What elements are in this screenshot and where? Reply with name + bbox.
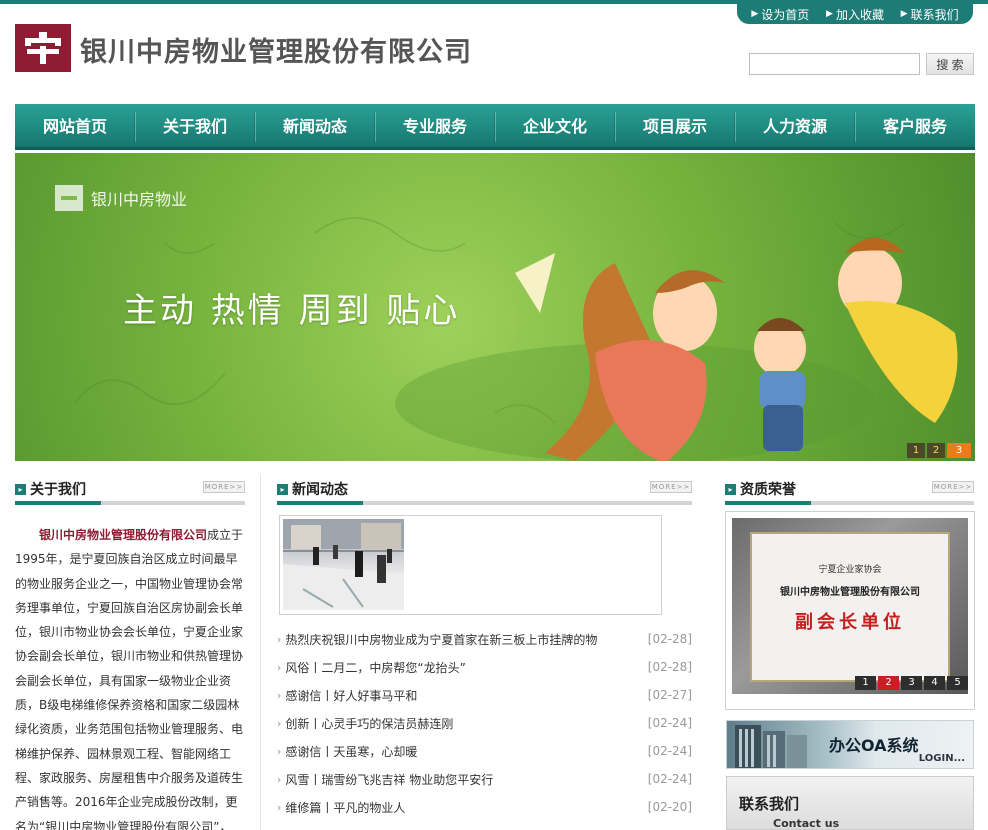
contact-title-cn: 联系我们 [739,795,800,813]
news-section-header: ▸ 新闻动态 MORE>> [277,475,692,505]
news-list: 热烈庆祝银川中房物业成为宁夏首家在新三板上市挂牌的物 [02-28] 风俗丨二月二… [277,625,692,821]
column-divider [260,475,261,830]
building-icon [735,725,807,768]
header-accent-bar [725,501,811,505]
news-item-title[interactable]: 创新丨心灵手巧的保洁员赫连刚 [277,715,453,732]
banner-page-1[interactable]: 1 [907,443,925,458]
add-favorite-link[interactable]: ▶ 加入收藏 [826,6,884,23]
banner-page-2[interactable]: 2 [927,443,945,458]
about-more-button[interactable]: MORE>> [203,481,245,493]
contact-us-label: 联系我们 [910,7,959,22]
arrow-right-icon: ▶ [826,9,833,19]
honors-more-button[interactable]: MORE>> [932,481,974,493]
section-bullet-icon: ▸ [725,483,736,495]
honors-page-3[interactable]: 3 [901,676,922,690]
about-section-header: ▸ 关于我们 MORE>> [15,475,245,505]
nav-hr[interactable]: 人力资源 [735,104,855,147]
news-item-title[interactable]: 维修篇丨平凡的物业人 [277,799,405,816]
news-featured-photo[interactable] [283,519,404,610]
oa-system-link[interactable]: 办公OA系统 LOGIN... [726,720,974,769]
arrow-right-icon: ▶ [900,9,908,19]
news-item-title[interactable]: 感谢信丨好人好事马平和 [277,687,417,704]
news-item-title[interactable]: 风雪丨瑞雪纷飞兆吉祥 物业助您平安行 [277,771,493,788]
company-logo[interactable] [15,24,71,72]
snow-scene-image [283,519,404,610]
logo-mark-icon [25,32,61,64]
nav-services[interactable]: 专业服务 [375,104,495,147]
news-item-date: [02-27] [647,688,692,702]
top-links-bar: ▶ 设为首页 ▶ 加入收藏 ▶ 联系我们 [737,4,973,24]
banner-page-3[interactable]: 3 [947,443,971,458]
news-item-date: [02-24] [647,744,692,758]
news-photo-frame [279,515,662,615]
certificate-image[interactable]: 宁夏企业家协会 银川中房物业管理股份有限公司 副会长单位 [732,518,968,694]
news-title-text: 新闻动态 [292,482,348,498]
nav-culture[interactable]: 企业文化 [495,104,615,147]
news-item[interactable]: 维修篇丨平凡的物业人 [02-20] [277,793,692,821]
contact-us-link[interactable]: ▶ 联系我们 [901,6,959,23]
hero-banner[interactable]: 银川中房物业 主动 热情 周到 贴心 1 2 3 [15,153,975,461]
news-more-button[interactable]: MORE>> [650,481,692,493]
news-item-title[interactable]: 风俗丨二月二，中房帮您“龙抬头” [277,659,465,676]
news-item-title[interactable]: 感谢信丨天虽寒，心却暖 [277,743,417,760]
news-item-date: [02-24] [647,716,692,730]
banner-logo-icon [55,185,83,211]
nav-projects[interactable]: 项目展示 [615,104,735,147]
certificate-company: 银川中房物业管理股份有限公司 [780,587,920,598]
honors-section-header: ▸ 资质荣誉 MORE>> [725,475,974,505]
section-bullet-icon: ▸ [15,483,26,495]
news-item[interactable]: 感谢信丨好人好事马平和 [02-27] [277,681,692,709]
nav-home[interactable]: 网站首页 [15,104,135,147]
banner-brand: 银川中房物业 [55,185,187,211]
search-button[interactable]: 搜 索 [926,53,974,75]
header-accent-bar [277,501,363,505]
section-bullet-icon: ▸ [277,483,288,495]
honors-pager: 1 2 3 4 5 [855,676,968,690]
banner-slogan: 主动 热情 周到 贴心 [123,291,461,331]
search-input[interactable] [749,53,920,75]
news-item-title[interactable]: 热烈庆祝银川中房物业成为宁夏首家在新三板上市挂牌的物 [277,631,597,648]
main-nav: 网站首页 关于我们 新闻动态 专业服务 企业文化 项目展示 人力资源 客户服务 [15,104,975,150]
header-accent-bar [15,501,101,505]
about-title[interactable]: ▸ 关于我们 [15,479,86,499]
honors-page-4[interactable]: 4 [924,676,945,690]
news-item[interactable]: 创新丨心灵手巧的保洁员赫连刚 [02-24] [277,709,692,737]
certificate-award: 副会长单位 [795,612,905,633]
news-item-date: [02-24] [647,772,692,786]
nav-customer-service[interactable]: 客户服务 [855,104,975,147]
news-item-date: [02-28] [647,632,692,646]
contact-title-en: Contact us [773,817,840,830]
honors-title[interactable]: ▸ 资质荣誉 [725,479,796,499]
about-company-name[interactable]: 银川中房物业管理股份有限公司 [39,528,207,542]
arrow-right-icon: ▶ [751,9,759,19]
news-item-date: [02-20] [647,800,692,814]
news-title[interactable]: ▸ 新闻动态 [277,479,348,499]
about-paragraph: 银川中房物业管理股份有限公司成立于1995年，是宁夏回族自治区成立时间最早的物业… [15,523,247,830]
set-homepage-label: 设为首页 [761,7,810,22]
oa-login-text: LOGIN... [918,753,965,764]
about-body: 成立于1995年，是宁夏回族自治区成立时间最早的物业服务企业之一，中国物业管理协… [15,528,244,830]
honors-title-text: 资质荣誉 [740,482,796,498]
banner-brand-text: 银川中房物业 [91,190,188,209]
about-title-text: 关于我们 [30,482,86,498]
certificate-org: 宁夏企业家协会 [818,565,882,575]
honors-page-1[interactable]: 1 [855,676,876,690]
honors-page-2[interactable]: 2 [878,676,899,690]
banner-pager: 1 2 3 [907,443,971,458]
news-item-date: [02-28] [647,660,692,674]
news-item[interactable]: 风雪丨瑞雪纷飞兆吉祥 物业助您平安行 [02-24] [277,765,692,793]
nav-news[interactable]: 新闻动态 [255,104,375,147]
certificate-plaque: 宁夏企业家协会 银川中房物业管理股份有限公司 副会长单位 [750,532,950,682]
news-item[interactable]: 感谢信丨天虽寒，心却暖 [02-24] [277,737,692,765]
honors-carousel: 宁夏企业家协会 银川中房物业管理股份有限公司 副会长单位 1 2 3 4 5 [725,511,975,710]
honors-page-5[interactable]: 5 [947,676,968,690]
nav-about[interactable]: 关于我们 [135,104,255,147]
news-item[interactable]: 热烈庆祝银川中房物业成为宁夏首家在新三板上市挂牌的物 [02-28] [277,625,692,653]
oa-label: 办公OA系统 [829,736,919,755]
company-name: 银川中房物业管理股份有限公司 [80,37,472,68]
add-favorite-label: 加入收藏 [835,7,884,22]
set-homepage-link[interactable]: ▶ 设为首页 [751,6,809,23]
contact-us-panel[interactable]: 联系我们 Contact us [726,776,974,830]
news-item[interactable]: 风俗丨二月二，中房帮您“龙抬头” [02-28] [277,653,692,681]
